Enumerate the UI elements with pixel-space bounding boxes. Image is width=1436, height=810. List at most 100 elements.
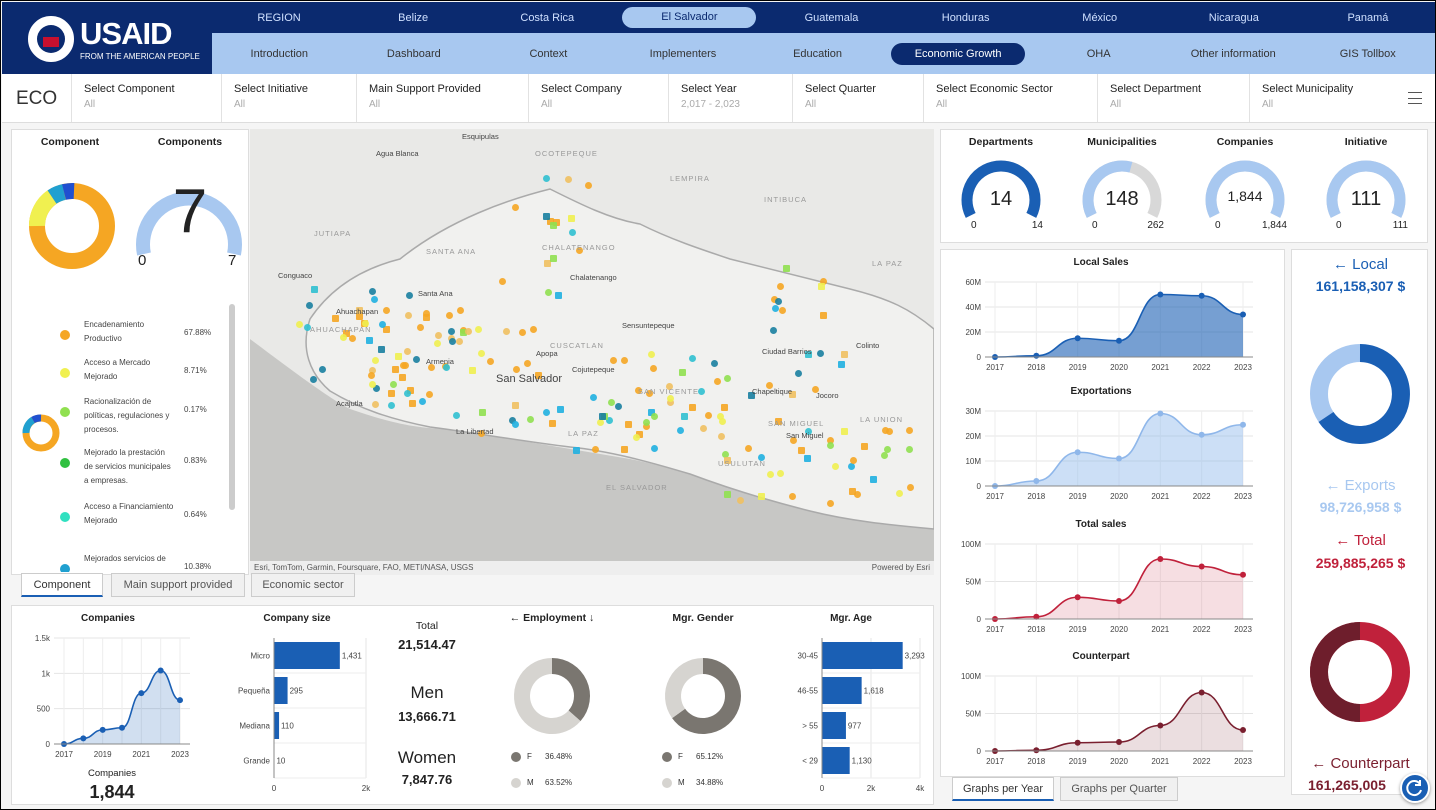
chart-local-sales[interactable]: Local Sales 0 20M 40M 60M 2017 2018 2019 2020 202… bbox=[941, 254, 1261, 379]
total-counterpart-donut[interactable] bbox=[1308, 620, 1412, 724]
bar[interactable] bbox=[822, 642, 903, 669]
nav-tab-1[interactable]: Dashboard bbox=[347, 48, 482, 60]
data-point[interactable] bbox=[1074, 739, 1081, 746]
nav-tab-8[interactable]: GIS Tollbox bbox=[1301, 48, 1436, 60]
filter-6[interactable]: Select Economic Sector All bbox=[923, 74, 1097, 122]
country-tab-3[interactable]: El Salvador bbox=[622, 7, 757, 28]
x-tick-label: 2020 bbox=[1110, 492, 1128, 501]
bar[interactable] bbox=[822, 677, 862, 704]
chart-mgr-gender[interactable]: Mgr. Gender F 65.12% M 34.88% bbox=[648, 606, 758, 796]
donut[interactable] bbox=[497, 648, 607, 748]
data-point[interactable] bbox=[1198, 292, 1205, 299]
map-place-label: LEMPIRA bbox=[670, 174, 710, 183]
data-point[interactable] bbox=[1074, 335, 1081, 342]
chart-counterpart[interactable]: Counterpart 0 50M 100M 2017 2018 2019 2020 2021 2… bbox=[941, 648, 1261, 773]
right-tab-1[interactable]: Graphs per Quarter bbox=[1060, 777, 1178, 801]
bar[interactable] bbox=[822, 712, 846, 739]
data-point[interactable] bbox=[1033, 352, 1040, 359]
data-point[interactable] bbox=[1198, 431, 1205, 438]
data-point[interactable] bbox=[157, 667, 164, 674]
y-tick-label: 40M bbox=[965, 303, 981, 312]
country-tab-2[interactable]: Costa Rica bbox=[480, 12, 614, 24]
left-tab-1[interactable]: Main support provided bbox=[111, 573, 245, 597]
chart-company-size[interactable]: Company size 0 2k Micro 1,431 Pequeña 295 Media… bbox=[222, 610, 372, 800]
counterpart-label: ← Counterpart bbox=[1311, 755, 1410, 772]
refresh-icon[interactable] bbox=[1400, 773, 1430, 803]
left-tab-2[interactable]: Economic sector bbox=[251, 573, 355, 597]
nav-tab-4[interactable]: Education bbox=[750, 48, 885, 60]
donut-slice[interactable] bbox=[665, 658, 704, 719]
bar[interactable] bbox=[274, 677, 288, 704]
filter-1[interactable]: Select Initiative All bbox=[221, 74, 356, 122]
bar[interactable] bbox=[822, 747, 850, 774]
filter-5[interactable]: Select Quarter All bbox=[792, 74, 923, 122]
chart-companies[interactable]: Companies 0 500 1k 1.5k 2017 2019 2021 2023 bbox=[18, 610, 198, 766]
filter-title: Main Support Provided bbox=[369, 83, 481, 95]
nav-tab-2[interactable]: Context bbox=[481, 48, 616, 60]
data-point[interactable] bbox=[138, 690, 145, 697]
menu-icon[interactable] bbox=[1408, 92, 1422, 104]
bar[interactable] bbox=[274, 642, 340, 669]
filter-4[interactable]: Select Year 2,017 - 2,023 bbox=[668, 74, 792, 122]
country-tab-8[interactable]: Panamá bbox=[1301, 12, 1435, 24]
data-point[interactable] bbox=[1157, 291, 1164, 298]
filter-0[interactable]: Select Component All bbox=[71, 74, 221, 122]
data-point[interactable] bbox=[1033, 478, 1040, 484]
map-panel[interactable]: Esquipulas Agua Blanca OCOTEPEQUE LEMPIRA IN… bbox=[250, 129, 934, 575]
legend-item[interactable]: Racionalización de políticas, regulacion… bbox=[12, 395, 222, 445]
data-point[interactable] bbox=[1240, 311, 1246, 318]
donut-slice[interactable] bbox=[551, 658, 590, 722]
nav-tab-6[interactable]: OHA bbox=[1031, 48, 1166, 60]
data-point[interactable] bbox=[1157, 556, 1164, 562]
data-point[interactable] bbox=[1240, 571, 1246, 578]
legend-item[interactable]: Mejorados servicios de 10.38% bbox=[12, 552, 222, 572]
data-point[interactable] bbox=[1033, 747, 1040, 754]
filter-2[interactable]: Main Support Provided All bbox=[356, 74, 528, 122]
data-point[interactable] bbox=[1157, 410, 1164, 417]
chart-exportations[interactable]: Exportations 0 10M 20M 30M 2017 2018 2019 2020 20… bbox=[941, 383, 1261, 508]
legend-swatch-icon bbox=[662, 752, 672, 762]
nav-tab-3[interactable]: Implementers bbox=[616, 48, 751, 60]
chart-mgr-age[interactable]: Mgr. Age 0 2k 4k 30-45 3,293 46-55 1,618 > 55 977… bbox=[776, 610, 926, 800]
data-point[interactable] bbox=[119, 724, 125, 731]
data-point[interactable] bbox=[1116, 337, 1122, 344]
bar[interactable] bbox=[274, 712, 280, 739]
country-tab-6[interactable]: México bbox=[1033, 12, 1167, 24]
data-point[interactable] bbox=[1116, 739, 1122, 745]
filter-3[interactable]: Select Company All bbox=[528, 74, 668, 122]
data-point[interactable] bbox=[1116, 598, 1122, 604]
nav-tab-5[interactable]: Economic Growth bbox=[890, 42, 1026, 65]
country-tab-0[interactable]: REGION bbox=[212, 12, 346, 24]
data-point[interactable] bbox=[1240, 421, 1246, 428]
local-exports-donut[interactable] bbox=[1308, 342, 1412, 446]
country-tab-4[interactable]: Guatemala bbox=[764, 12, 898, 24]
country-tab-1[interactable]: Belize bbox=[346, 12, 480, 24]
filter-7[interactable]: Select Department All bbox=[1097, 74, 1249, 122]
legend-item[interactable]: Acceso a Financiamiento Mejorado 0.64% bbox=[12, 500, 222, 550]
country-tab-7[interactable]: Nicaragua bbox=[1167, 12, 1301, 24]
legend-item[interactable]: Mejorado la prestación de servicios muni… bbox=[12, 446, 222, 496]
component-donut[interactable] bbox=[22, 176, 122, 276]
nav-tab-0[interactable]: Introduction bbox=[212, 48, 347, 60]
data-point[interactable] bbox=[1198, 689, 1205, 696]
data-point[interactable] bbox=[1157, 722, 1164, 729]
nav-tab-7[interactable]: Other information bbox=[1166, 48, 1301, 60]
data-point[interactable] bbox=[1116, 455, 1122, 462]
legend-scrollbar[interactable] bbox=[229, 304, 235, 510]
chart-total-sales[interactable]: Total sales 0 50M 100M 2017 2018 2019 2020 2021 2… bbox=[941, 516, 1261, 641]
data-point[interactable] bbox=[80, 735, 87, 742]
data-point[interactable] bbox=[1198, 563, 1205, 570]
left-tab-0[interactable]: Component bbox=[21, 573, 103, 597]
donut[interactable] bbox=[648, 648, 758, 748]
powered-by-esri[interactable]: Powered by Esri bbox=[872, 563, 930, 572]
data-point[interactable] bbox=[99, 726, 106, 733]
data-point[interactable] bbox=[1074, 594, 1081, 601]
chart-employment[interactable]: ← Employment ↓ F 36.48% M 63.52% bbox=[497, 606, 607, 796]
filter-8[interactable]: Select Municipality All bbox=[1249, 74, 1399, 122]
usaid-logo[interactable]: USAID FROM THE AMERICAN PEOPLE bbox=[2, 2, 212, 74]
data-point[interactable] bbox=[177, 697, 183, 704]
right-tab-0[interactable]: Graphs per Year bbox=[952, 777, 1054, 801]
data-point[interactable] bbox=[1240, 727, 1246, 733]
data-point[interactable] bbox=[1074, 449, 1081, 456]
country-tab-5[interactable]: Honduras bbox=[899, 12, 1033, 24]
